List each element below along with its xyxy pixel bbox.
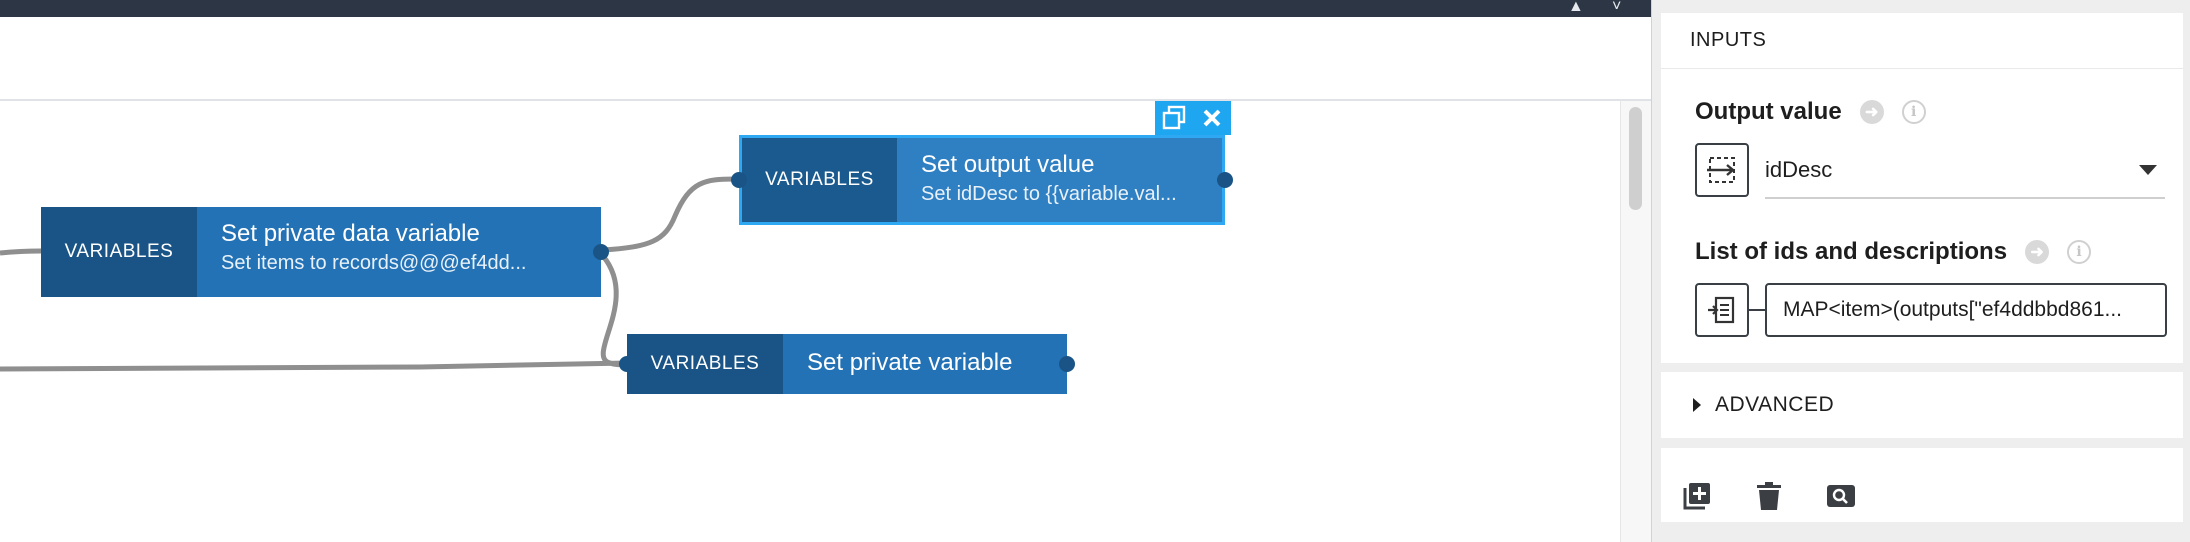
inputs-header: INPUTS [1661, 13, 2183, 69]
node-set-private-data-variable[interactable]: VARIABLES Set private data variable Set … [41, 207, 609, 297]
info-icon[interactable]: i [1901, 100, 1926, 124]
input-port[interactable] [731, 172, 747, 188]
node-category-label: VARIABLES [742, 138, 897, 222]
user-icon[interactable]: ▲ [1568, 0, 1584, 15]
node-subtitle: Set items to records@@@ef4dd... [221, 252, 527, 274]
node-set-private-variable[interactable]: VARIABLES Set private variable [619, 334, 1075, 394]
panel-actions [1681, 480, 1857, 512]
output-port[interactable] [1059, 356, 1075, 372]
output-port[interactable] [1217, 172, 1233, 188]
node-title: Set private variable [807, 349, 1013, 376]
copy-icon[interactable] [1155, 101, 1193, 135]
arrow-right-circle-icon[interactable]: ➜ [2025, 240, 2050, 264]
output-value-selected: idDesc [1765, 157, 1833, 182]
variable-swap-icon[interactable] [1695, 143, 1749, 197]
trash-icon[interactable] [1753, 480, 1785, 512]
info-icon[interactable]: i [2067, 240, 2092, 264]
canvas-toolbar [0, 17, 1651, 101]
input-port[interactable] [619, 356, 635, 372]
list-field-label: List of ids and descriptions ➜ i [1695, 238, 2092, 266]
chevron-down-icon[interactable] [2139, 165, 2157, 175]
output-value-text: Output value [1695, 98, 1842, 125]
node-set-output-value[interactable]: VARIABLES Set output value Set idDesc to… [731, 135, 1233, 225]
properties-panel: INPUTS Output value ➜ i idDesc List of i… [1651, 0, 2190, 542]
node-category-label: VARIABLES [41, 207, 197, 297]
advanced-toggle[interactable]: ADVANCED [1661, 372, 2183, 438]
add-icon[interactable] [1681, 480, 1713, 512]
node-subtitle: Set idDesc to {{variable.val... [921, 183, 1177, 205]
scrollbar-thumb[interactable] [1629, 107, 1642, 210]
node-category-label: VARIABLES [627, 334, 783, 394]
canvas-scrollbar[interactable] [1620, 101, 1652, 542]
close-icon[interactable] [1193, 101, 1231, 135]
arrow-right-circle-icon[interactable]: ➜ [1859, 100, 1884, 124]
search-icon[interactable] [1825, 480, 1857, 512]
node-title: Set output value [921, 151, 1095, 178]
advanced-card[interactable]: ADVANCED [1661, 372, 2183, 438]
caret-right-icon [1693, 398, 1701, 412]
list-expression-field[interactable]: MAP<item>(outputs["ef4ddbbd861... [1765, 283, 2167, 337]
node-title: Set private data variable [221, 220, 480, 247]
link-connector [1749, 309, 1765, 311]
output-value-label: Output value ➜ i [1695, 98, 1926, 126]
node-actions [1155, 101, 1231, 135]
output-value-select[interactable]: idDesc [1765, 143, 2165, 199]
inputs-card: INPUTS Output value ➜ i idDesc List of i… [1661, 13, 2183, 363]
list-field-text: List of ids and descriptions [1695, 238, 2008, 265]
output-port[interactable] [593, 244, 609, 260]
flow-canvas[interactable]: VARIABLES Set private data variable Set … [0, 101, 1620, 542]
advanced-label: ADVANCED [1715, 393, 1835, 416]
chevron-down-icon[interactable]: ˅ [1612, 0, 1621, 15]
expression-icon[interactable] [1695, 283, 1749, 337]
app-header-bar: ▲ ˅ [0, 0, 1651, 17]
